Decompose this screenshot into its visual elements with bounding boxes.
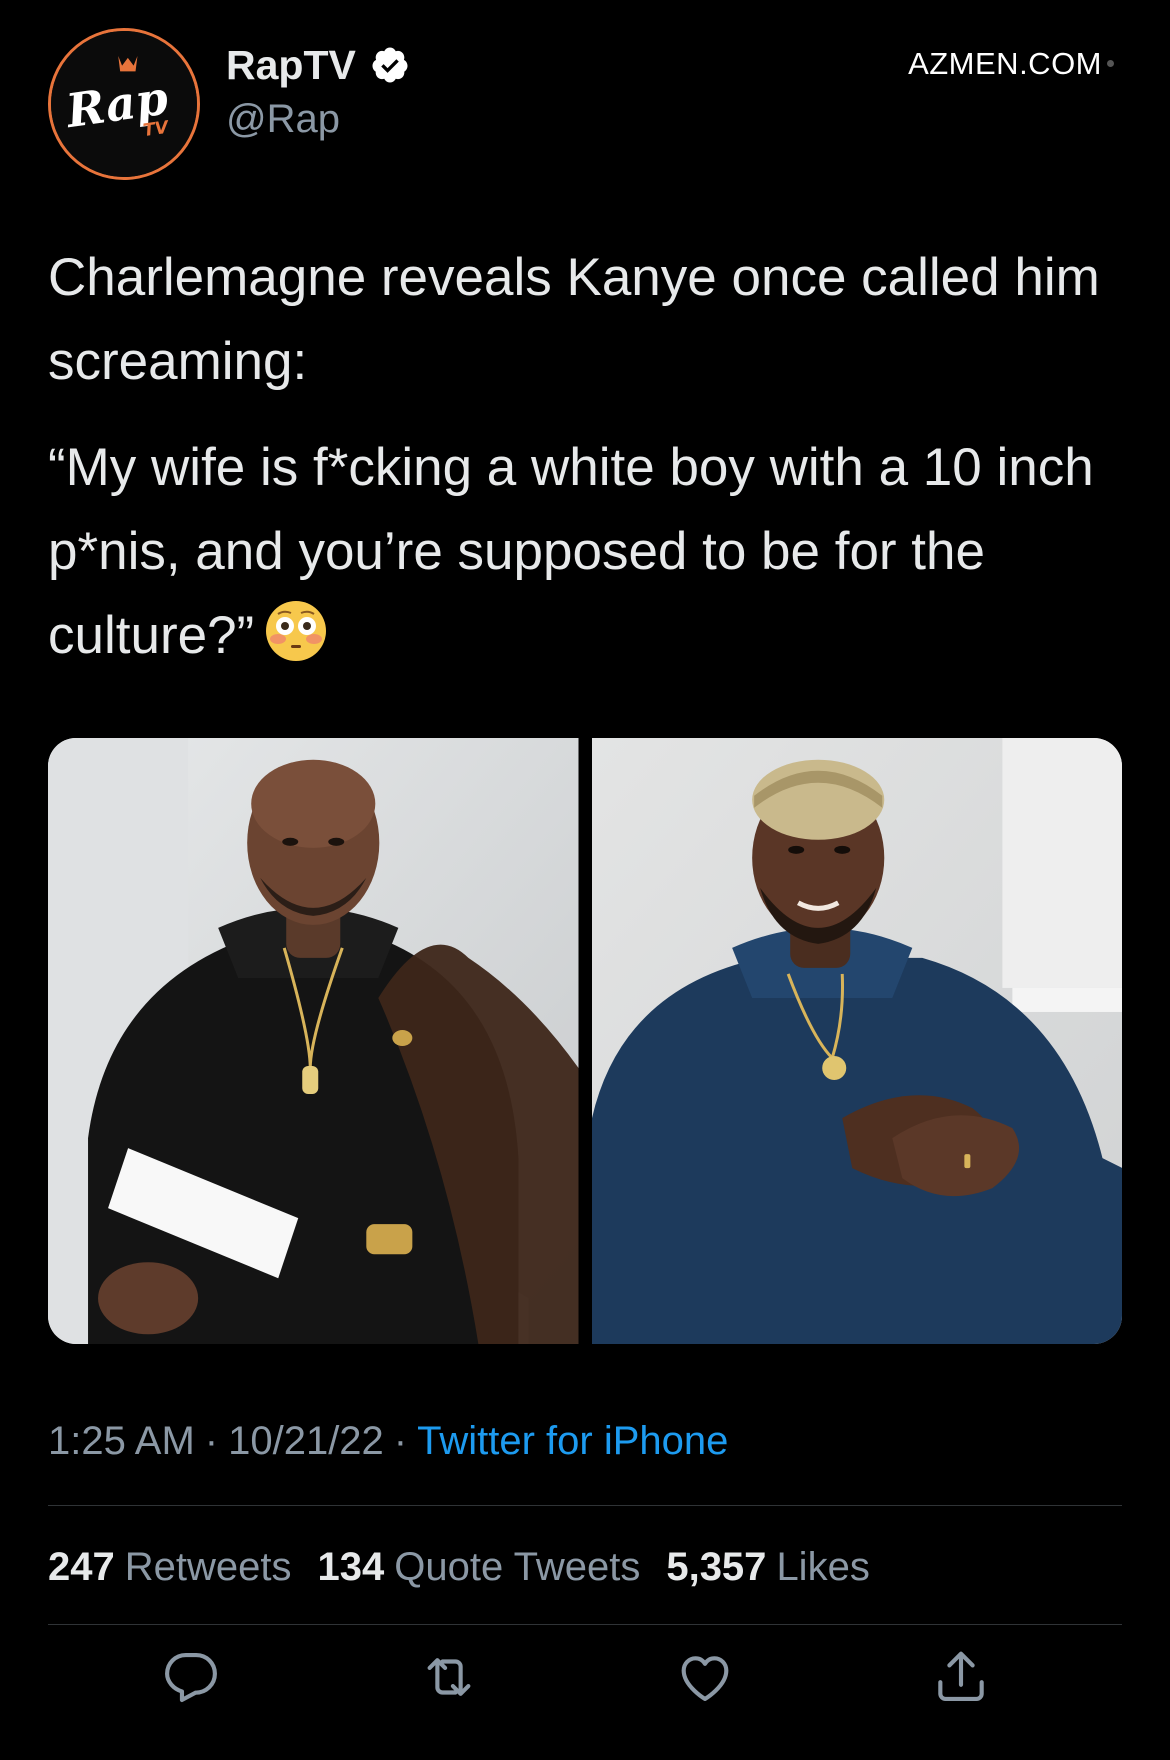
share-button[interactable] xyxy=(926,1642,996,1712)
like-button[interactable] xyxy=(670,1642,740,1712)
tweet-media-grid xyxy=(48,738,1122,1344)
avatar[interactable]: Rap TV xyxy=(48,28,200,180)
tweet-source-link[interactable]: Twitter for iPhone xyxy=(417,1419,728,1463)
likes-stat[interactable]: 5,357 Likes xyxy=(666,1542,870,1592)
author-name-row: RapTV xyxy=(226,40,410,90)
meta-separator: · xyxy=(204,1419,219,1463)
quote-tweets-stat[interactable]: 134 Quote Tweets xyxy=(318,1542,641,1592)
tweet-paragraph-2: “My wife is f*cking a white boy with a 1… xyxy=(48,438,1094,665)
reply-button[interactable] xyxy=(156,1642,226,1712)
tweet-meta: 1:25 AM · 10/21/22 · Twitter for iPhone xyxy=(48,1416,728,1466)
tweet-action-bar xyxy=(48,1642,1122,1718)
divider xyxy=(48,1624,1122,1625)
tweet-photo-2[interactable] xyxy=(591,738,1122,1344)
watermark-dot xyxy=(1107,60,1114,67)
author-handle[interactable]: @Rap xyxy=(226,94,340,144)
likes-count: 5,357 xyxy=(666,1545,767,1589)
meta-separator: · xyxy=(393,1419,408,1463)
like-icon xyxy=(681,1656,729,1702)
divider xyxy=(48,1505,1122,1506)
photo-2-illustration xyxy=(591,738,1122,1344)
raptv-logo: Rap TV xyxy=(51,31,197,177)
tweet-text: Charlemagne reveals Kanye once called hi… xyxy=(48,236,1128,678)
tweet-detail-page: Rap TV RapTV @Rap AZMEN.COM Charlemagne … xyxy=(0,0,1170,1760)
tweet-stats: 247 Retweets 134 Quote Tweets 5,357 Likes xyxy=(48,1542,870,1592)
retweets-stat[interactable]: 247 Retweets xyxy=(48,1542,292,1592)
retweet-button[interactable] xyxy=(414,1642,484,1712)
quote-tweets-count: 134 xyxy=(317,1545,385,1589)
reply-icon xyxy=(165,1652,217,1703)
quote-tweets-label: Quote Tweets xyxy=(394,1545,641,1589)
photo-1-illustration xyxy=(48,738,579,1344)
tweet-time[interactable]: 1:25 AM xyxy=(48,1419,195,1463)
flushed-face-emoji-icon xyxy=(264,599,328,663)
tweet-date[interactable]: 10/21/22 xyxy=(228,1419,384,1463)
avatar-logo-sub: TV xyxy=(142,118,171,142)
verified-badge-icon xyxy=(370,45,410,85)
retweets-label: Retweets xyxy=(124,1545,292,1589)
share-icon xyxy=(938,1651,984,1702)
tweet-photo-1[interactable] xyxy=(48,738,579,1344)
likes-label: Likes xyxy=(776,1545,870,1589)
watermark: AZMEN.COM xyxy=(908,46,1102,81)
tweet-paragraph-1: Charlemagne reveals Kanye once called hi… xyxy=(48,248,1100,391)
retweets-count: 247 xyxy=(48,1545,115,1589)
tweet-paragraph-2-wrap: “My wife is f*cking a white boy with a 1… xyxy=(48,426,1128,678)
retweet-icon xyxy=(427,1658,471,1696)
display-name[interactable]: RapTV xyxy=(226,40,356,90)
